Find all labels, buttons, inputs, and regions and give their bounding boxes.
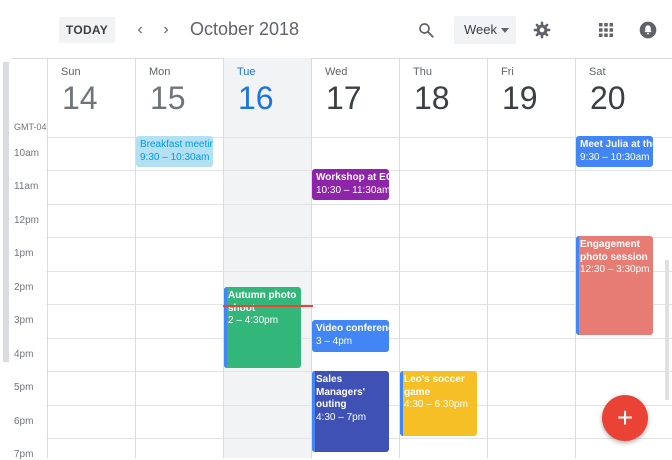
timezone-label: GMT-04 (14, 122, 47, 132)
event-autumn-photo-shoot[interactable]: Autumn photo shoot 2 – 4:30pm (224, 287, 301, 368)
event-title: Sales Managers' outing (316, 374, 366, 410)
day-name: Mon (149, 66, 171, 78)
day-divider (135, 120, 136, 458)
scrollbar[interactable] (665, 260, 669, 400)
event-time: 4:30 – 6:30pm (404, 399, 468, 410)
event-time: 9:30 – 10:30am (140, 151, 210, 163)
day-number[interactable]: 18 (414, 78, 450, 118)
event-title: Workshop at EC (316, 172, 389, 183)
gear-icon[interactable] (532, 20, 552, 40)
event-edge (312, 371, 315, 452)
event-edge (576, 236, 579, 335)
search-icon[interactable] (417, 21, 435, 39)
day-header-sun[interactable]: Sun 14 (47, 58, 136, 120)
event-time: 3 – 4pm (316, 335, 353, 347)
event-sales-managers-outing[interactable]: Sales Managers' outing 4:30 – 7pm (312, 371, 389, 452)
day-header-thu[interactable]: Thu 18 (399, 58, 488, 120)
event-meet-julia[interactable]: Meet Julia at the 9:30 – 10:30am (576, 136, 653, 167)
day-name: Thu (413, 66, 432, 78)
event-breakfast-meeting[interactable]: Breakfast meeting 9:30 – 10:30am (136, 136, 213, 167)
event-engagement-photo-session[interactable]: Engagement photo session 12:30 – 3:30pm (576, 236, 653, 335)
day-number[interactable]: 20 (590, 78, 626, 118)
top-bar: TODAY ‹ › October 2018 Week (0, 0, 672, 59)
event-leos-soccer-game[interactable]: Leo's soccer game 4:30 – 6:30pm (400, 371, 477, 436)
event-time: 2 – 4:30pm (228, 315, 279, 326)
event-title: Leo's soccer game (404, 374, 465, 398)
day-number[interactable]: 19 (502, 78, 538, 118)
event-title: Autumn photo shoot (228, 290, 297, 314)
day-name: Tue (237, 66, 256, 78)
event-title: Meet Julia at the (580, 139, 653, 150)
time-label: 12pm (14, 215, 40, 226)
caret-down-icon (501, 28, 509, 33)
month-title: October 2018 (190, 19, 300, 39)
plus-icon: + (616, 402, 634, 433)
day-header-wed[interactable]: Wed 17 (311, 58, 400, 120)
event-edge (400, 371, 403, 436)
event-workshop[interactable]: Workshop at EC 10:30 – 11:30am (312, 169, 389, 200)
event-edge (224, 287, 227, 368)
event-title: Breakfast meeting (140, 139, 213, 150)
day-number[interactable]: 16 (238, 78, 274, 118)
time-label: 2pm (14, 282, 34, 293)
event-time: 12:30 – 3:30pm (580, 264, 650, 275)
hour-line (46, 204, 672, 205)
time-label: 5pm (14, 382, 34, 393)
day-header-tue[interactable]: Tue 16 (223, 58, 312, 120)
day-header-sat[interactable]: Sat 20 (575, 58, 664, 120)
view-select[interactable]: Week (454, 16, 516, 44)
view-select-label: Week (464, 22, 497, 37)
day-name: Sat (589, 66, 606, 78)
apps-grid-icon[interactable] (598, 22, 614, 38)
event-video-conference[interactable]: Video conference 3 – 4pm (312, 320, 389, 352)
chevron-left-icon[interactable]: ‹ (131, 20, 149, 40)
time-label: 10am (14, 148, 40, 159)
day-name: Fri (501, 66, 514, 78)
time-label: 3pm (14, 315, 34, 326)
day-number[interactable]: 15 (150, 78, 186, 118)
event-time: 4:30 – 7pm (316, 411, 367, 423)
time-label: 4pm (14, 349, 34, 360)
day-divider (47, 120, 48, 458)
time-label: 7pm (14, 449, 34, 460)
day-number[interactable]: 17 (326, 78, 362, 118)
event-time: 9:30 – 10:30am (580, 151, 650, 163)
event-title: Engagement photo session (580, 239, 648, 263)
day-header-fri[interactable]: Fri 19 (487, 58, 576, 120)
chevron-right-icon[interactable]: › (157, 20, 175, 40)
current-time-line (223, 305, 313, 307)
day-divider (487, 120, 488, 458)
time-label: 1pm (14, 248, 34, 259)
day-header-mon[interactable]: Mon 15 (135, 58, 224, 120)
create-event-button[interactable]: + (602, 395, 648, 441)
day-name: Wed (325, 66, 348, 78)
time-label: 11am (14, 181, 39, 192)
time-label: 6pm (14, 416, 34, 427)
event-time: 10:30 – 11:30am (316, 184, 389, 196)
event-title: Video conference (316, 323, 389, 334)
day-number[interactable]: 14 (62, 78, 98, 118)
day-name: Sun (61, 66, 81, 78)
notifications-icon[interactable] (638, 20, 658, 40)
today-button[interactable]: TODAY (59, 17, 115, 43)
